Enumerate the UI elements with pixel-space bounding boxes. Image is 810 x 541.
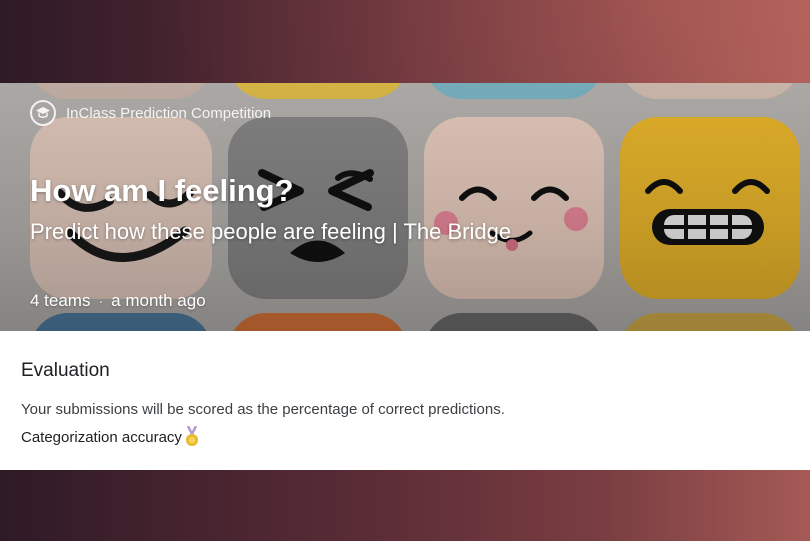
competition-type-label: InClass Prediction Competition <box>66 104 272 122</box>
meta-separator: · <box>98 293 104 309</box>
competition-title: How am I feeling? <box>30 173 294 208</box>
competition-header-image: InClass Prediction Competition How am I … <box>0 83 810 331</box>
competition-meta: 4 teams · a month ago <box>30 291 206 311</box>
medal-icon <box>185 425 199 448</box>
competition-type-badge: InClass Prediction Competition <box>30 100 271 126</box>
evaluation-metric: Categorization accuracy <box>21 425 781 448</box>
evaluation-section: Evaluation Your submissions will be scor… <box>21 360 781 448</box>
teams-count[interactable]: 4 teams <box>30 291 90 311</box>
competition-time: a month ago <box>111 291 206 310</box>
evaluation-heading: Evaluation <box>21 360 110 381</box>
competition-card: InClass Prediction Competition How am I … <box>0 83 810 470</box>
metric-label: Categorization accuracy <box>21 428 182 446</box>
graduation-cap-icon <box>30 100 56 126</box>
evaluation-description: Your submissions will be scored as the p… <box>21 401 505 418</box>
competition-subtitle: Predict how these people are feeling | T… <box>30 219 512 244</box>
